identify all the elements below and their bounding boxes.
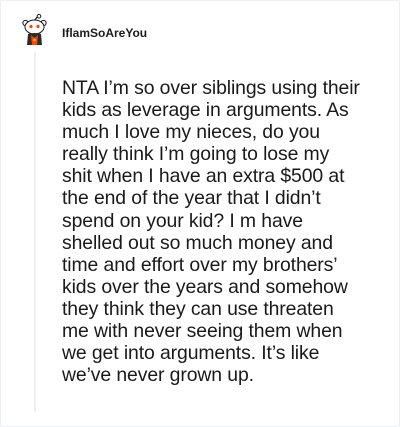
snoo-avatar-icon [22, 14, 47, 45]
user-avatar[interactable] [19, 14, 51, 46]
comment-author-username[interactable]: IflamSoAreYou [62, 25, 147, 41]
thread-collapse-line[interactable] [34, 52, 36, 412]
comment-card: IflamSoAreYou NTA I’m so over siblings u… [0, 0, 400, 427]
comment-body-text: NTA I’m so over siblings using their kid… [62, 77, 360, 387]
